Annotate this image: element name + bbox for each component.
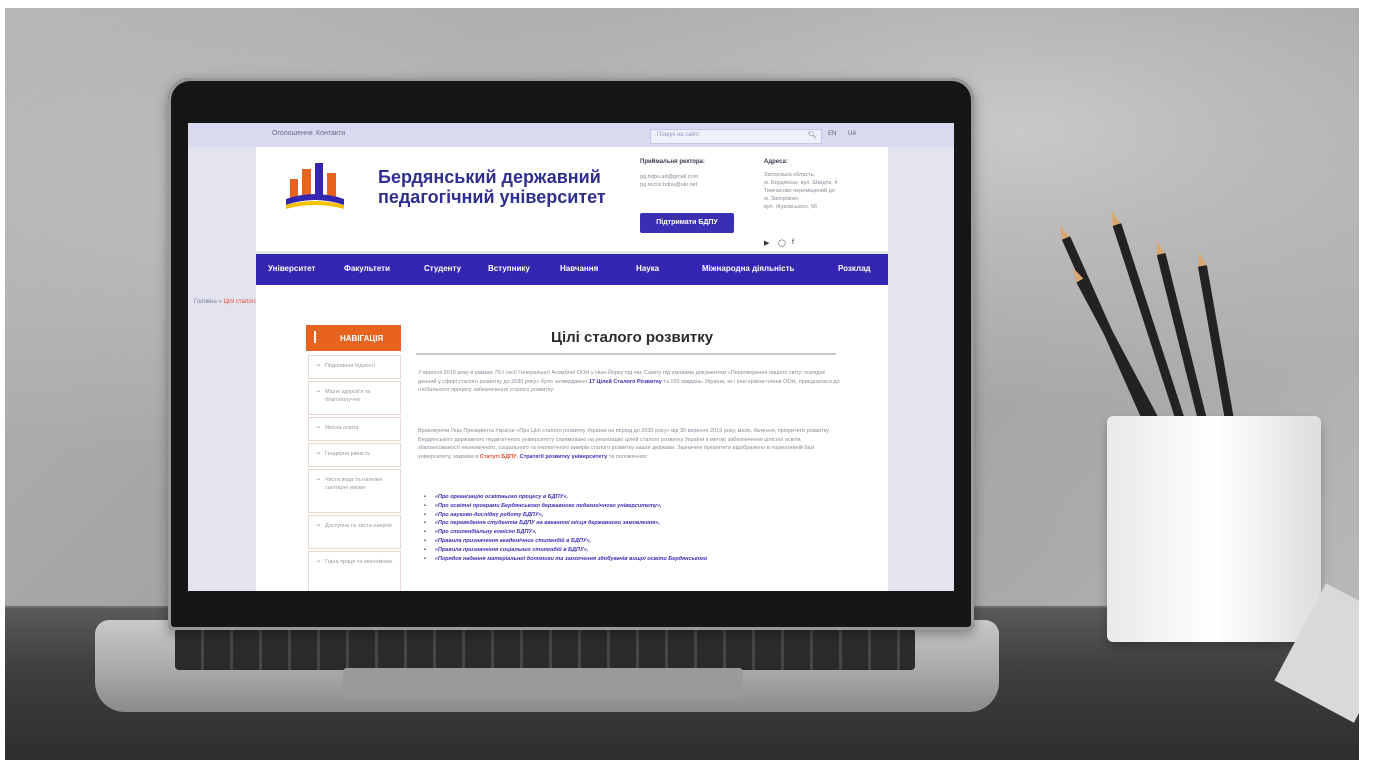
- page-content: НАВІГАЦІЯ ➝ Подолання бідності ➝ Міцне здо…: [256, 285, 888, 591]
- pencil-cup: [1107, 416, 1321, 642]
- decree-paragraph: Враховуючи Указ Президента України «Про …: [418, 428, 829, 460]
- regulation-link[interactable]: «Про науково-дослідну роботу БДПУ»,: [424, 511, 834, 520]
- arrow-right-icon: ➝: [315, 451, 321, 457]
- laptop-trackpad: [343, 668, 743, 698]
- instagram-icon[interactable]: ◯: [778, 239, 786, 247]
- university-logo[interactable]: [284, 159, 346, 213]
- address-label: Адреса:: [764, 159, 788, 165]
- breadcrumb-separator: »: [218, 299, 222, 305]
- arrow-right-icon: ➝: [315, 523, 321, 529]
- support-button[interactable]: Підтримати БДПУ: [640, 213, 734, 233]
- university-name-line2: педагогічний університет: [378, 187, 606, 207]
- lang-en[interactable]: EN: [828, 131, 836, 137]
- nav-international[interactable]: Міжнародна діяльність: [702, 264, 794, 273]
- regulation-link[interactable]: «Про освітні програми Бердянського держа…: [424, 502, 834, 511]
- university-name[interactable]: Бердянський державний педагогічний уніве…: [378, 167, 628, 207]
- regulation-link[interactable]: «Про стипендіальну комісію БДПУ»,: [424, 528, 834, 537]
- sidenav-item[interactable]: ➝ Міцне здоров'я та благополуччя: [308, 381, 401, 415]
- arrow-right-icon: ➝: [315, 389, 321, 395]
- page-title: Цілі сталого розвитку: [551, 329, 714, 346]
- side-navigation: НАВІГАЦІЯ ➝ Подолання бідності ➝ Міцне здо…: [306, 325, 401, 591]
- breadcrumb-home[interactable]: Головна: [194, 299, 217, 305]
- search-placeholder: Пошук на сайті: [657, 132, 699, 138]
- site-header: Бердянський державний педагогічний уніве…: [256, 147, 888, 251]
- regulation-link[interactable]: «Правила призначення академічних стипенд…: [424, 537, 834, 546]
- rector-email-1[interactable]: pg.bdpu.ad@gmail.com: [640, 173, 698, 181]
- sdg-link[interactable]: 17 Цілей Сталого Розвитку: [589, 379, 662, 385]
- rector-label: Приймальня ректора:: [640, 159, 705, 165]
- regulation-link[interactable]: «Правила призначення соціальних стипенді…: [424, 546, 834, 555]
- sidenav-item[interactable]: ➝ Гідна праця та економічне: [308, 551, 401, 591]
- nav-schedule[interactable]: Розклад: [838, 264, 871, 273]
- nav-faculties[interactable]: Факультети: [344, 264, 390, 273]
- statute-link[interactable]: Статуті БДПУ: [480, 454, 517, 460]
- main-nav: Університет Факультети Студенту Вступник…: [256, 254, 888, 285]
- regulation-link[interactable]: «Про організацію освітнього процесу в БД…: [424, 493, 834, 502]
- sidenav-item[interactable]: ➝ Подолання бідності: [308, 355, 401, 379]
- arrow-right-icon: ➝: [315, 477, 321, 483]
- announcements-link[interactable]: Оголошення: [272, 130, 313, 137]
- regulation-link[interactable]: «Про переведення студентів БДПУ на вакан…: [424, 519, 834, 528]
- address-text: Запорізька область, м. Бердянськ, вул. Ш…: [764, 172, 838, 210]
- university-name-line1: Бердянський державний: [378, 167, 601, 187]
- laptop-screen: Оголошення Контакти Пошук на сайті 🔍︎ EN…: [188, 123, 954, 591]
- regulation-link[interactable]: «Порядок надання матеріальної допомоги т…: [424, 555, 834, 564]
- sidenav-header: НАВІГАЦІЯ: [306, 325, 401, 351]
- top-bar: Оголошення Контакти Пошук на сайті 🔍︎ EN…: [188, 123, 954, 147]
- search-icon[interactable]: 🔍︎: [808, 131, 817, 139]
- sidenav-item[interactable]: ➝ Якісна освіта: [308, 417, 401, 441]
- nav-student[interactable]: Студенту: [424, 264, 461, 273]
- contacts-link[interactable]: Контакти: [316, 130, 345, 137]
- arrow-right-icon: ➝: [315, 559, 321, 565]
- arrow-right-icon: ➝: [315, 363, 321, 369]
- intro-paragraph: У вересні 2015 року в рамках 70-ї сесії …: [418, 370, 840, 394]
- regulations-list: «Про організацію освітнього процесу в БД…: [424, 493, 834, 563]
- nav-university[interactable]: Університет: [268, 264, 315, 273]
- sidenav-title: НАВІГАЦІЯ: [340, 334, 384, 343]
- search-input[interactable]: Пошук на сайті: [650, 129, 822, 144]
- rector-email-2[interactable]: pg.rector.bdpu@ukr.net: [640, 181, 697, 189]
- youtube-icon[interactable]: ▶: [764, 239, 769, 247]
- sidenav-item[interactable]: ➝ Доступна та чиста енергія: [308, 515, 401, 549]
- arrow-right-icon: ➝: [315, 425, 321, 431]
- strategy-link[interactable]: Стратегії розвитку університету: [520, 454, 608, 460]
- sidenav-item[interactable]: ➝ Чиста вода та належні санітарні умови: [308, 469, 401, 513]
- facebook-icon[interactable]: f: [792, 239, 794, 246]
- sidenav-item[interactable]: ➝ Гендерна рівність: [308, 443, 401, 467]
- laptop-keyboard: [175, 628, 915, 670]
- title-divider: [416, 353, 836, 355]
- nav-applicant[interactable]: Вступнику: [488, 264, 530, 273]
- nav-study[interactable]: Навчання: [560, 264, 598, 273]
- flag-icon: [314, 331, 326, 343]
- nav-science[interactable]: Наука: [636, 264, 659, 273]
- photo-scene: Оголошення Контакти Пошук на сайті 🔍︎ EN…: [5, 8, 1359, 760]
- lang-ua[interactable]: UA: [848, 131, 856, 137]
